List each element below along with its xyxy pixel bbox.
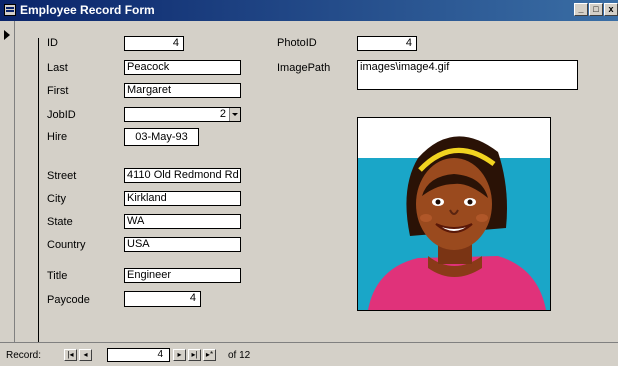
maximize-button[interactable]: □: [589, 3, 603, 16]
paycode-label: Paycode: [47, 294, 90, 306]
photoid-label: PhotoID: [277, 37, 317, 49]
first-field[interactable]: Margaret: [124, 83, 241, 98]
first-record-button[interactable]: |◂: [64, 349, 77, 361]
record-count: of 12: [228, 350, 251, 361]
previous-record-button[interactable]: ◂: [79, 349, 92, 361]
record-navigation-bar: Record: |◂ ◂ 4 ▸ ▸| ▸* of 12: [0, 342, 618, 366]
employee-portrait-image: [358, 118, 550, 310]
jobid-value: 2: [219, 108, 226, 120]
street-label: Street: [47, 170, 77, 182]
id-label: ID: [47, 37, 58, 49]
title-bar[interactable]: Employee Record Form _ □ x: [0, 0, 618, 21]
city-label: City: [47, 193, 66, 205]
form-icon: [4, 4, 16, 16]
title-field[interactable]: Engineer: [124, 268, 241, 283]
jobid-combobox[interactable]: 2: [124, 107, 241, 122]
next-record-button[interactable]: ▸: [173, 349, 186, 361]
form-window: Employee Record Form _ □ x ID 4 Last Pea…: [0, 0, 618, 366]
minimize-button[interactable]: _: [574, 3, 588, 16]
record-number-input[interactable]: 4: [107, 348, 170, 362]
title-label: Title: [47, 270, 68, 282]
form-divider: [38, 38, 39, 342]
jobid-label: JobID: [47, 109, 76, 121]
state-label: State: [47, 216, 73, 228]
city-field[interactable]: Kirkland: [124, 191, 241, 206]
last-label: Last: [47, 62, 68, 74]
close-button[interactable]: x: [604, 3, 618, 16]
current-record-arrow-icon: [4, 30, 10, 40]
paycode-field[interactable]: 4: [124, 291, 201, 307]
last-field[interactable]: Peacock: [124, 60, 241, 75]
employee-photo: [357, 117, 551, 311]
photoid-field[interactable]: 4: [357, 36, 417, 51]
last-record-button[interactable]: ▸|: [188, 349, 201, 361]
id-field[interactable]: 4: [124, 36, 184, 51]
first-label: First: [47, 85, 69, 97]
record-label: Record:: [6, 350, 42, 361]
hire-label: Hire: [47, 131, 68, 143]
hire-field[interactable]: 03-May-93: [124, 128, 199, 146]
country-label: Country: [47, 239, 86, 251]
window-title: Employee Record Form: [20, 3, 155, 17]
state-field[interactable]: WA: [124, 214, 241, 229]
record-selector[interactable]: [0, 21, 15, 342]
street-field[interactable]: 4110 Old Redmond Rd: [124, 168, 241, 183]
country-field[interactable]: USA: [124, 237, 241, 252]
imagepath-field[interactable]: images\image4.gif: [357, 60, 578, 90]
imagepath-label: ImagePath: [277, 62, 331, 74]
new-record-button[interactable]: ▸*: [203, 349, 216, 361]
dropdown-arrow-icon[interactable]: [229, 108, 240, 121]
